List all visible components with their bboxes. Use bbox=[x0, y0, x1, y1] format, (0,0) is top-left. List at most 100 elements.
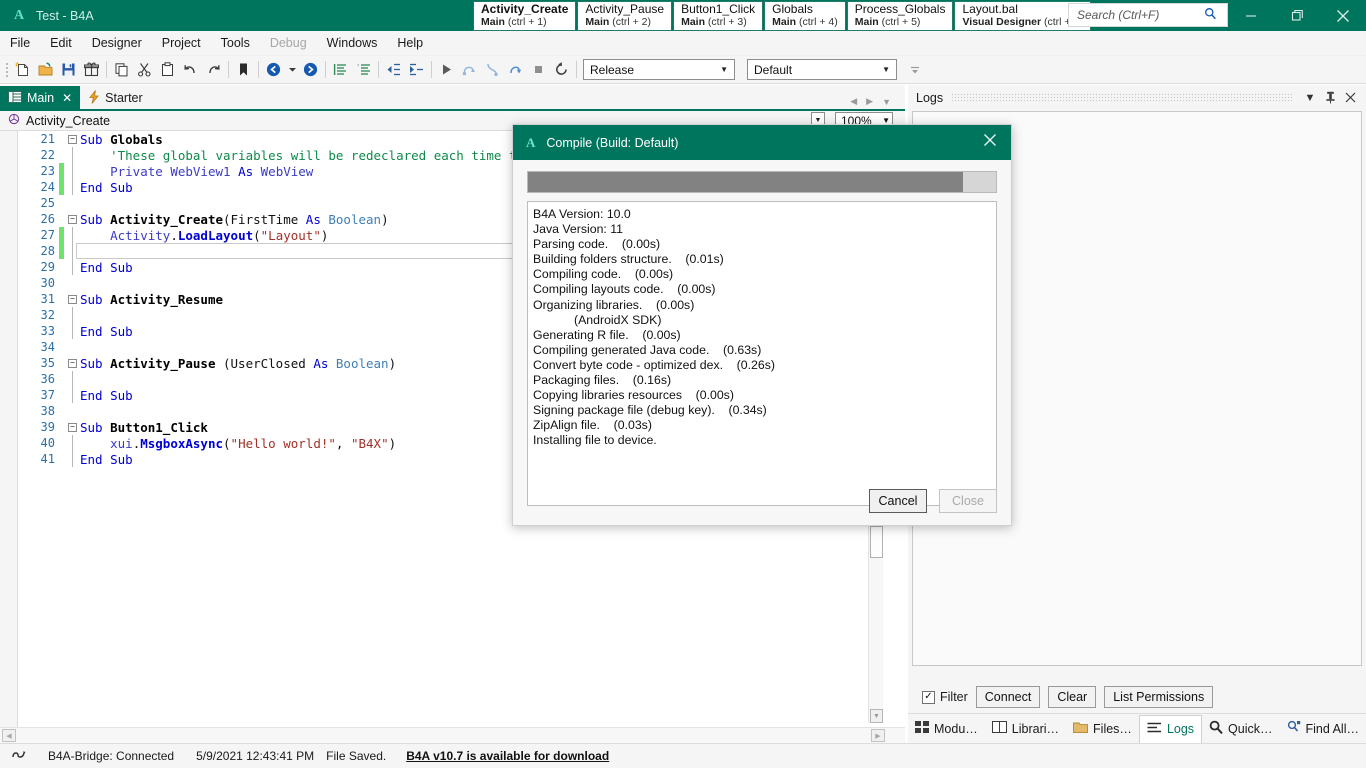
tab-list-dropdown-icon[interactable]: ▼ bbox=[882, 97, 891, 107]
step-out-icon[interactable] bbox=[504, 59, 527, 81]
dock-tab-files[interactable]: Files… bbox=[1066, 715, 1139, 743]
fold-toggle-icon[interactable]: − bbox=[67, 359, 78, 368]
dock-tab-findall[interactable]: Find All… bbox=[1280, 715, 1366, 743]
maximize-button[interactable] bbox=[1274, 0, 1320, 31]
dock-tab-modu[interactable]: Modu… bbox=[908, 715, 985, 743]
compile-log[interactable]: B4A Version: 10.0Java Version: 11Parsing… bbox=[527, 201, 997, 506]
line-number: 30 bbox=[19, 276, 59, 290]
change-marker bbox=[59, 211, 64, 227]
scroll-left-icon[interactable]: ◀ bbox=[2, 729, 16, 742]
navigate-back-icon[interactable] bbox=[262, 59, 285, 81]
code-text: End Sub bbox=[78, 180, 133, 195]
bookmark-tab[interactable]: Process_GlobalsMain (ctrl + 5) bbox=[847, 1, 954, 31]
scroll-down-icon[interactable]: ▼ bbox=[870, 709, 883, 723]
restart-icon[interactable] bbox=[550, 59, 573, 81]
logs-clear-button[interactable]: Clear bbox=[1048, 686, 1096, 708]
dock-tab-logs[interactable]: Logs bbox=[1139, 715, 1202, 743]
menu-item-edit[interactable]: Edit bbox=[40, 33, 82, 53]
uncomment-block-icon[interactable]: ' bbox=[352, 59, 375, 81]
cancel-button[interactable]: Cancel bbox=[869, 489, 927, 513]
bookmark-tab[interactable]: Activity_CreateMain (ctrl + 1) bbox=[473, 1, 576, 31]
dock-tab-librari[interactable]: Librari… bbox=[985, 715, 1066, 743]
editor-tab-starter[interactable]: Starter bbox=[80, 86, 151, 110]
panel-menu-dropdown-icon[interactable]: ▼ bbox=[1300, 87, 1320, 109]
search-box[interactable] bbox=[1068, 3, 1228, 27]
run-icon[interactable] bbox=[435, 59, 458, 81]
editor-horizontal-scrollbar[interactable]: ◀ ▶ bbox=[0, 727, 905, 743]
build-mode-dropdown[interactable]: Release ▼ bbox=[583, 59, 735, 80]
compile-log-line: B4A Version: 10.0 bbox=[533, 207, 996, 222]
pin-icon[interactable] bbox=[1320, 87, 1340, 109]
tab-scroll-left-icon[interactable]: ◀ bbox=[850, 96, 857, 107]
compile-log-line: Signing package file (debug key). (0.34s… bbox=[533, 403, 996, 418]
editor-tab-close-icon[interactable]: ✕ bbox=[62, 91, 72, 105]
logs-connect-button[interactable]: Connect bbox=[976, 686, 1041, 708]
menu-item-designer[interactable]: Designer bbox=[82, 33, 152, 53]
fold-toggle-icon[interactable]: − bbox=[67, 135, 78, 144]
redo-icon[interactable] bbox=[202, 59, 225, 81]
panel-drag-handle[interactable] bbox=[951, 93, 1292, 103]
menu-item-project[interactable]: Project bbox=[152, 33, 211, 53]
build-mode-value: Release bbox=[590, 63, 634, 77]
new-file-icon[interactable] bbox=[11, 59, 34, 81]
compile-log-line: ZipAlign file. (0.03s) bbox=[533, 418, 996, 433]
copy-icon[interactable] bbox=[110, 59, 133, 81]
tab-scroll-right-icon[interactable]: ▶ bbox=[866, 96, 873, 107]
fold-toggle-icon[interactable]: − bbox=[67, 215, 78, 224]
indent-icon[interactable] bbox=[405, 59, 428, 81]
bookmark-tab[interactable]: GlobalsMain (ctrl + 4) bbox=[764, 1, 846, 31]
lightning-icon bbox=[88, 90, 100, 107]
bookmark-tab[interactable]: Activity_PauseMain (ctrl + 2) bbox=[577, 1, 672, 31]
step-over-icon[interactable] bbox=[458, 59, 481, 81]
menu-item-help[interactable]: Help bbox=[387, 33, 433, 53]
code-text: Sub Globals bbox=[78, 132, 163, 147]
menu-item-debug: Debug bbox=[260, 33, 317, 53]
close-window-button[interactable] bbox=[1320, 0, 1366, 31]
toolbar-separator bbox=[106, 61, 107, 78]
compile-log-line: Compiling layouts code. (0.00s) bbox=[533, 282, 996, 297]
fold-toggle-icon bbox=[67, 323, 78, 339]
scroll-right-icon[interactable]: ▶ bbox=[871, 729, 885, 742]
change-marker bbox=[59, 275, 64, 291]
code-text: End Sub bbox=[78, 260, 133, 275]
dock-tab-quick[interactable]: Quick… bbox=[1202, 715, 1279, 743]
cut-icon[interactable] bbox=[133, 59, 156, 81]
editor-tab-main[interactable]: Main✕ bbox=[0, 86, 80, 110]
fold-toggle-icon[interactable]: − bbox=[67, 295, 78, 304]
menu-item-windows[interactable]: Windows bbox=[317, 33, 388, 53]
search-input[interactable] bbox=[1075, 5, 1200, 25]
toolbar-grip[interactable] bbox=[2, 61, 11, 79]
scrollbar-thumb[interactable] bbox=[870, 526, 883, 558]
paste-icon[interactable] bbox=[156, 59, 179, 81]
line-number: 33 bbox=[19, 324, 59, 338]
toolbar-separator bbox=[576, 61, 577, 78]
toolbar-overflow-icon[interactable] bbox=[903, 59, 926, 81]
dialog-close-icon[interactable] bbox=[983, 133, 997, 152]
open-file-icon[interactable] bbox=[34, 59, 57, 81]
menu-item-file[interactable]: File bbox=[0, 33, 40, 53]
navigate-forward-icon[interactable] bbox=[299, 59, 322, 81]
logs-list-permissions-button[interactable]: List Permissions bbox=[1104, 686, 1213, 708]
minimize-button[interactable] bbox=[1228, 0, 1274, 31]
logs-filter-checkbox[interactable]: ✓ Filter bbox=[922, 690, 968, 704]
save-icon[interactable] bbox=[57, 59, 80, 81]
package-icon[interactable] bbox=[80, 59, 103, 81]
chevron-down-icon: ▼ bbox=[878, 65, 894, 74]
line-number: 28 bbox=[19, 244, 59, 258]
comment-block-icon[interactable] bbox=[329, 59, 352, 81]
stop-icon[interactable] bbox=[527, 59, 550, 81]
change-marker bbox=[59, 419, 64, 435]
build-config-dropdown[interactable]: Default ▼ bbox=[747, 59, 897, 80]
bookmark-icon[interactable] bbox=[232, 59, 255, 81]
fold-toggle-icon[interactable]: − bbox=[67, 423, 78, 432]
step-into-icon[interactable] bbox=[481, 59, 504, 81]
menu-item-tools[interactable]: Tools bbox=[211, 33, 260, 53]
panel-close-icon[interactable] bbox=[1340, 87, 1360, 109]
undo-icon[interactable] bbox=[179, 59, 202, 81]
bookmark-tab[interactable]: Button1_ClickMain (ctrl + 3) bbox=[673, 1, 763, 31]
navigate-back-dropdown-icon[interactable] bbox=[285, 59, 299, 81]
bookmark-tab-name: Activity_Pause bbox=[585, 3, 664, 16]
outdent-icon[interactable] bbox=[382, 59, 405, 81]
update-available-link[interactable]: B4A v10.7 is available for download bbox=[406, 749, 609, 763]
compile-log-line: Parsing code. (0.00s) bbox=[533, 237, 996, 252]
